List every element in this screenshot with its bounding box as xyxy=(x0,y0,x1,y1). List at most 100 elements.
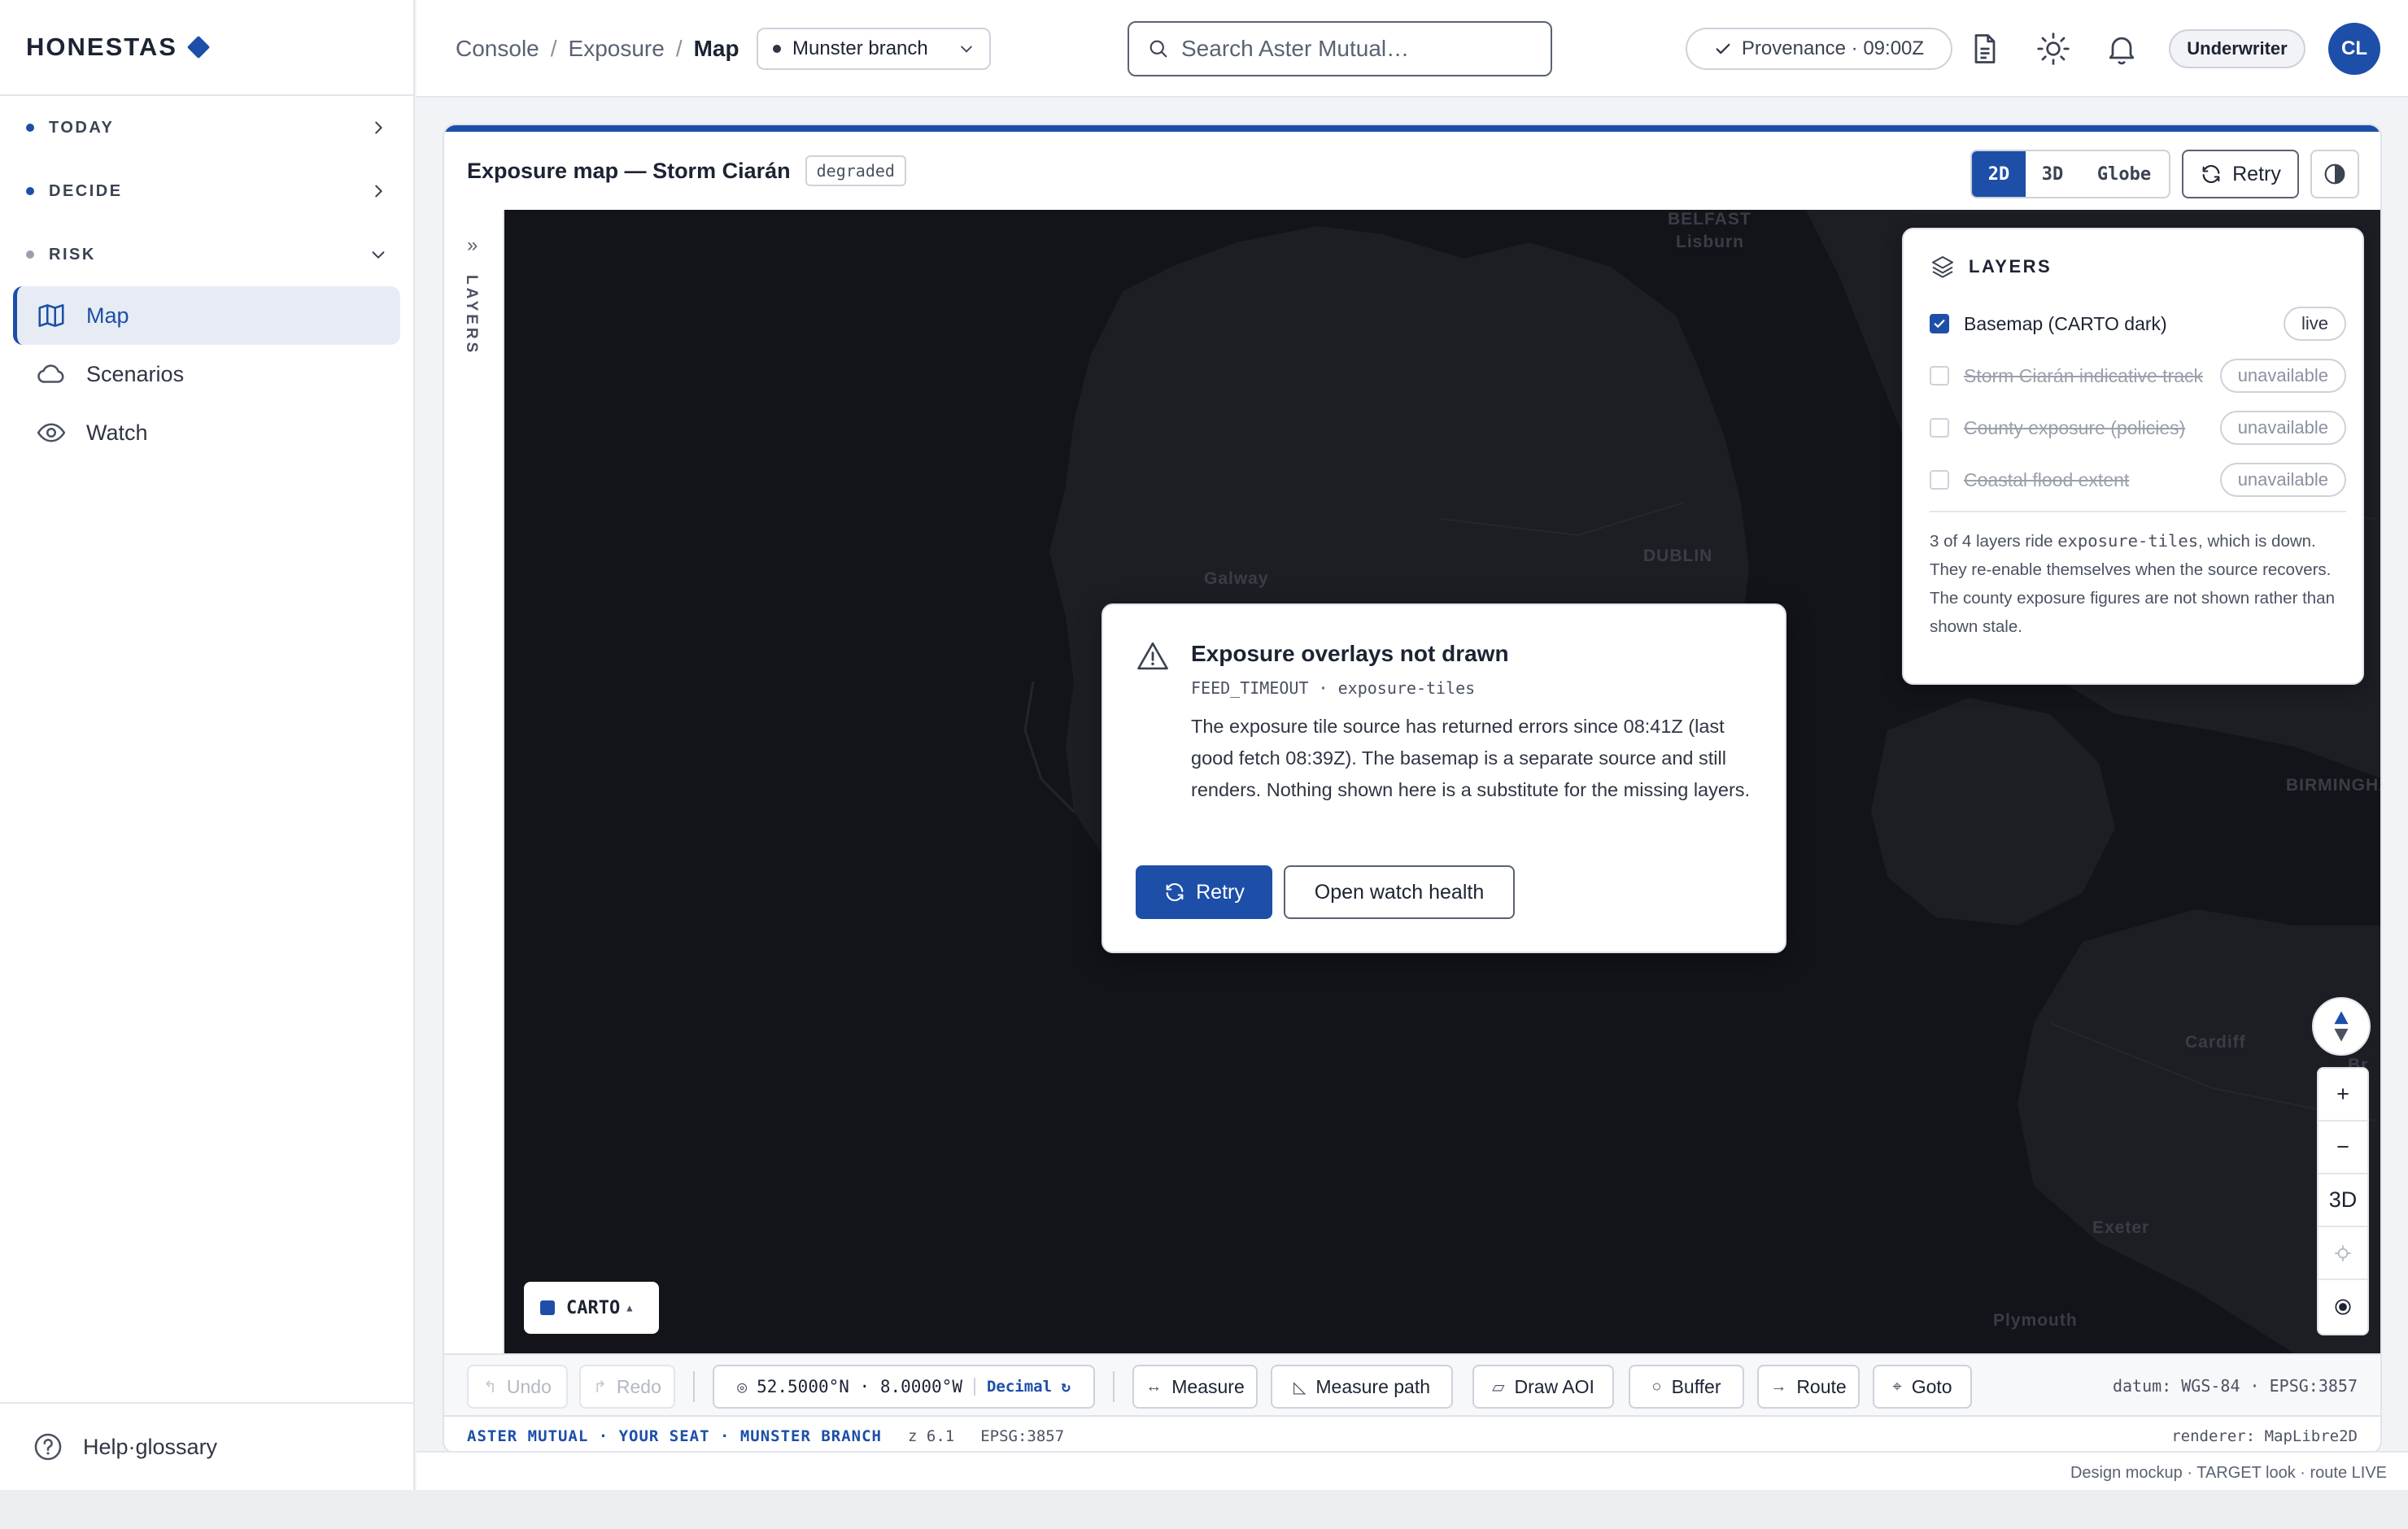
coordinate-readout[interactable]: ◎ 52.5000°N · 8.0000°W Decimal ↻ xyxy=(713,1365,1095,1409)
overlays-error-dialog: Exposure overlays not drawn FEED_TIMEOUT… xyxy=(1101,603,1786,953)
contrast-icon xyxy=(2324,163,2345,185)
retry-label: Retry xyxy=(2232,162,2281,185)
section-label: DECIDE xyxy=(49,181,123,200)
layer-row-basemap[interactable]: Basemap (CARTO dark) live xyxy=(1930,306,2346,342)
crosshair-icon xyxy=(2335,1244,2351,1261)
status-zoom: z 6.1 xyxy=(908,1427,955,1445)
chevron-right-icon xyxy=(375,121,382,134)
contrast-toggle-button[interactable] xyxy=(2310,150,2359,198)
ruler-icon: ↔ xyxy=(1145,1377,1163,1396)
layers-panel-header: LAYERS xyxy=(1930,254,2052,280)
layer-checkbox xyxy=(1930,470,1949,490)
branch-selector[interactable]: Munster branch xyxy=(757,28,991,70)
open-watch-health-button[interactable]: Open watch health xyxy=(1284,865,1515,919)
help-glossary-link[interactable]: Help·glossary xyxy=(0,1402,413,1490)
search-box[interactable] xyxy=(1128,21,1552,76)
coordinate-value: 52.5000°N · 8.0000°W xyxy=(757,1377,962,1396)
layer-checkbox[interactable] xyxy=(1930,314,1949,333)
dialog-body: The exposure tile source has returned er… xyxy=(1191,716,1751,800)
view-mode-3d[interactable]: 3D xyxy=(2026,151,2079,197)
compass-button[interactable] xyxy=(2312,997,2371,1056)
section-decide[interactable]: DECIDE xyxy=(0,159,413,223)
branch-dot xyxy=(773,45,781,53)
provenance-label: Provenance · 09:00Z xyxy=(1741,37,1925,59)
breadcrumb-map: Map xyxy=(693,36,739,61)
eye-icon xyxy=(37,423,66,442)
zoom-in-button[interactable]: + xyxy=(2319,1069,2367,1122)
dialog-error-code: FEED_TIMEOUT · exposure-tiles xyxy=(1191,678,1476,698)
undo-button[interactable]: ↰ Undo xyxy=(467,1365,568,1409)
draw-aoi-button[interactable]: ▱ Draw AOI xyxy=(1472,1365,1614,1409)
document-icon[interactable] xyxy=(1967,31,2003,67)
draw-aoi-label: Draw AOI xyxy=(1514,1375,1594,1397)
sidebar-item-scenarios[interactable]: Scenarios xyxy=(13,345,400,403)
section-dot xyxy=(26,124,34,132)
search-icon xyxy=(1149,40,1167,58)
center-button[interactable] xyxy=(2319,1280,2367,1333)
map-toolbar: ↰ Undo ↱ Redo ◎ 52.5000°N · 8.0000°W Decim… xyxy=(444,1353,2380,1417)
exposure-map-card: Exposure map — Storm Ciarán degraded 2D … xyxy=(443,124,2382,1454)
layer-status-badge: unavailable xyxy=(2219,359,2346,393)
brand-name: HONESTAS xyxy=(26,33,177,61)
chevron-down-icon xyxy=(961,46,972,53)
status-badge: degraded xyxy=(805,155,906,186)
layers-note-source: exposure-tiles xyxy=(2057,531,2199,551)
sidebar-item-label: Scenarios xyxy=(86,361,185,386)
retry-button[interactable]: Retry xyxy=(2182,150,2299,198)
measure-path-button[interactable]: ◺ Measure path xyxy=(1271,1365,1453,1409)
role-badge[interactable]: Underwriter xyxy=(2169,29,2305,68)
caret-up-icon: ▲ xyxy=(626,1302,633,1313)
layer-status-badge: unavailable xyxy=(2219,411,2346,445)
map-label-plymouth: Plymouth xyxy=(1993,1311,2078,1330)
section-today[interactable]: TODAY xyxy=(0,96,413,159)
topbar: Console / Exposure / Map Munster branch … xyxy=(417,0,2408,98)
measure-button[interactable]: ↔ Measure xyxy=(1132,1365,1258,1409)
buffer-button[interactable]: ○ Buffer xyxy=(1629,1365,1744,1409)
redo-button[interactable]: ↱ Redo xyxy=(579,1365,675,1409)
basemap-chip[interactable]: CARTO ▲ xyxy=(524,1282,659,1334)
sidebar-item-map[interactable]: Map xyxy=(13,286,400,345)
locate-button[interactable] xyxy=(2319,1227,2367,1280)
zoom-out-button[interactable]: − xyxy=(2319,1122,2367,1174)
expand-rail-icon[interactable]: » xyxy=(467,234,478,257)
sun-icon[interactable] xyxy=(2035,31,2071,67)
target-icon xyxy=(2335,1298,2351,1315)
breadcrumb-console[interactable]: Console xyxy=(456,36,539,62)
map-label-cardiff: Cardiff xyxy=(2185,1033,2246,1052)
layer-checkbox xyxy=(1930,418,1949,438)
provenance-badge[interactable]: Provenance · 09:00Z xyxy=(1686,28,1952,70)
layers-divider xyxy=(1930,511,2346,512)
goto-button[interactable]: ⌖ Goto xyxy=(1873,1365,1972,1409)
compass-icon xyxy=(2334,1011,2349,1042)
search-input[interactable] xyxy=(1181,36,1533,62)
view-mode-globe[interactable]: Globe xyxy=(2079,151,2169,197)
map-label-belfast: BELFAST xyxy=(1668,210,1751,229)
sidebar-item-watch[interactable]: Watch xyxy=(13,403,400,462)
status-renderer: renderer: MapLibre2D xyxy=(2171,1427,2358,1445)
layers-rail[interactable]: » LAYERS xyxy=(444,210,504,1353)
layer-name: Basemap (CARTO dark) xyxy=(1964,312,2167,334)
section-label: TODAY xyxy=(49,118,115,137)
dialog-retry-button[interactable]: Retry xyxy=(1136,865,1272,919)
buffer-label: Buffer xyxy=(1671,1375,1721,1397)
avatar[interactable]: CL xyxy=(2328,23,2380,75)
layer-row-coastal-flood: Coastal flood extent unavailable xyxy=(1930,462,2346,498)
mode-3d-button[interactable]: 3D xyxy=(2319,1174,2367,1227)
sidebar-item-label: Watch xyxy=(86,420,148,445)
layers-note-pre: 3 of 4 layers ride xyxy=(1930,532,2058,551)
brand-logo[interactable]: HONESTAS xyxy=(0,0,413,96)
map-label-birmingham: BIRMINGHAM xyxy=(2286,776,2380,795)
sidebar: HONESTAS TODAY DECIDE RISK Map Scenarios… xyxy=(0,0,415,1490)
view-mode-2d[interactable]: 2D xyxy=(1972,151,2026,197)
check-icon xyxy=(1716,43,1730,54)
bell-icon[interactable] xyxy=(2104,31,2140,67)
map-canvas[interactable]: BELFAST Lisburn DUBLIN Galway BIRMINGHAM… xyxy=(504,210,2380,1353)
redo-icon: ↱ xyxy=(593,1378,607,1396)
section-risk[interactable]: RISK xyxy=(0,223,413,286)
crosshair-icon: ◎ xyxy=(737,1377,748,1396)
breadcrumb-exposure[interactable]: Exposure xyxy=(569,36,665,62)
layer-row-storm-track: Storm Ciarán indicative track unavailabl… xyxy=(1930,358,2346,394)
route-button[interactable]: → Route xyxy=(1757,1365,1860,1409)
coordinate-format-toggle[interactable]: Decimal ↻ xyxy=(973,1378,1071,1396)
layers-icon xyxy=(1932,256,1953,278)
